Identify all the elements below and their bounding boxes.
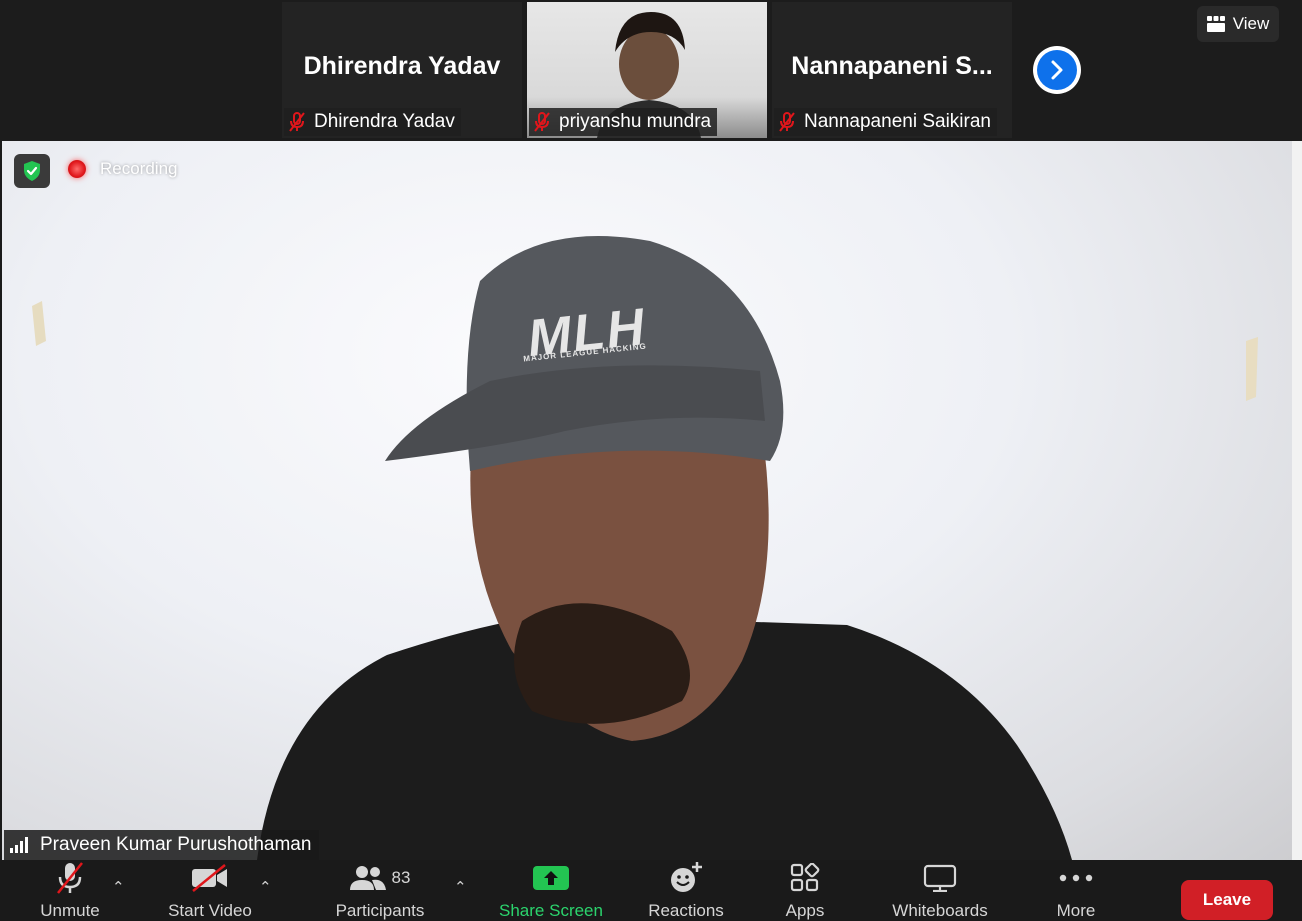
participant-label-text: priyanshu mundra: [559, 111, 712, 132]
window-edge: [1292, 141, 1302, 860]
share-screen-label: Share Screen: [499, 901, 603, 920]
participants-count: 83: [391, 867, 411, 887]
meeting-controls-toolbar: Unmute ⌃ Start Video ⌃ 83 Participants ⌃…: [0, 860, 1302, 921]
participant-tile-priyanshu[interactable]: priyanshu mundra: [527, 2, 767, 138]
participant-tile-nannapaneni[interactable]: Nannapaneni S... Nannapaneni Saikiran: [772, 2, 1012, 138]
participant-display-name: Dhirendra Yadav: [303, 52, 501, 80]
participants-icon: [349, 865, 386, 890]
security-shield-button[interactable]: [14, 154, 50, 188]
chevron-right-icon: [1051, 60, 1063, 80]
share-screen-icon: [533, 865, 569, 890]
share-screen-button[interactable]: Share Screen: [495, 860, 607, 921]
participant-label-text: Dhirendra Yadav: [314, 111, 455, 132]
speaker-name: Praveen Kumar Purushothaman: [40, 834, 312, 855]
signal-strength-icon: [10, 837, 28, 853]
shield-check-icon: [24, 161, 40, 181]
leave-button[interactable]: Leave: [1181, 880, 1273, 920]
muted-mic-icon: [534, 112, 550, 132]
recording-dot-icon: [68, 160, 86, 178]
speaker-name-tag: Praveen Kumar Purushothaman: [4, 830, 320, 860]
next-page-button[interactable]: [1033, 46, 1081, 94]
participant-display-name: Nannapaneni S...: [791, 52, 993, 80]
whiteboard-icon: [923, 864, 957, 892]
video-off-icon: [192, 863, 227, 892]
speaker-video-feed: [32, 236, 1258, 860]
participant-strip: Dhirendra Yadav Dhirendra Yadav priyansh…: [0, 0, 1302, 141]
whiteboards-button[interactable]: Whiteboards: [880, 860, 1000, 921]
start-video-label: Start Video: [168, 901, 252, 920]
participants-label: Participants: [335, 901, 425, 920]
participant-name-label: priyanshu mundra: [529, 108, 718, 136]
more-button[interactable]: More: [1040, 860, 1112, 921]
audio-options-caret[interactable]: ⌃: [112, 878, 125, 896]
grid-view-icon: [1206, 16, 1225, 32]
reactions-button[interactable]: Reactions: [640, 860, 732, 921]
muted-mic-icon: [57, 861, 83, 894]
reactions-label: Reactions: [648, 901, 724, 920]
muted-mic-icon: [289, 112, 305, 132]
participant-name-label: Nannapaneni Saikiran: [774, 108, 997, 136]
more-label: More: [1056, 901, 1096, 920]
apps-label: Apps: [785, 901, 825, 920]
view-button[interactable]: View: [1197, 6, 1279, 42]
active-speaker-video: MLH MAJOR LEAGUE HACKING Recording Prave…: [2, 141, 1292, 860]
participant-label-text: Nannapaneni Saikiran: [804, 111, 991, 132]
whiteboards-label: Whiteboards: [892, 901, 988, 920]
apps-button[interactable]: Apps: [770, 860, 840, 921]
view-button-label: View: [1232, 14, 1270, 33]
start-video-button[interactable]: Start Video: [160, 860, 260, 921]
muted-mic-icon: [779, 112, 795, 132]
participant-tile-dhirendra[interactable]: Dhirendra Yadav Dhirendra Yadav: [282, 2, 522, 138]
video-options-caret[interactable]: ⌃: [259, 878, 272, 896]
participant-name-label: Dhirendra Yadav: [284, 108, 461, 136]
recording-label: Recording: [100, 159, 178, 178]
apps-icon: [790, 862, 820, 891]
reactions-icon: [671, 861, 702, 892]
participants-button[interactable]: 83 Participants: [330, 860, 430, 921]
participants-options-caret[interactable]: ⌃: [454, 878, 467, 896]
unmute-button[interactable]: Unmute: [30, 860, 110, 921]
unmute-label: Unmute: [40, 901, 100, 920]
more-dots-icon: [1059, 874, 1093, 881]
recording-indicator[interactable]: Recording: [68, 159, 178, 179]
